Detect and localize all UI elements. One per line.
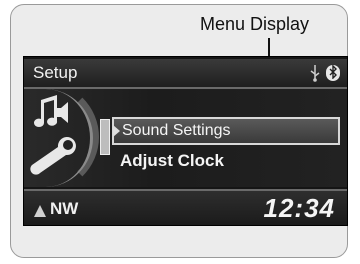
- compass-arrow-icon: [34, 205, 46, 217]
- compass-heading: NW: [50, 199, 79, 218]
- clock: 12:34: [263, 193, 335, 223]
- menu-item-label: Sound Settings: [122, 122, 231, 139]
- selector-bar: [100, 119, 110, 155]
- infotainment-screen: Setup Sound Settings Adjust Clock NW 12:…: [23, 56, 348, 226]
- page-title: Setup: [33, 63, 78, 82]
- menu-area: Sound Settings Adjust Clock: [24, 81, 347, 193]
- status-bar: NW 12:34: [24, 189, 347, 225]
- header-bar: Setup: [24, 59, 347, 89]
- menu-item-adjust-clock[interactable]: Adjust Clock: [120, 151, 224, 171]
- selection-caret-icon: [113, 125, 120, 137]
- wrench-icon: [30, 137, 76, 175]
- usb-icon: [309, 64, 321, 86]
- menu-item-sound-settings[interactable]: Sound Settings: [112, 117, 340, 145]
- bluetooth-icon: [326, 64, 340, 81]
- callout-label: Menu Display: [200, 14, 310, 34]
- audio-icon: [33, 95, 68, 127]
